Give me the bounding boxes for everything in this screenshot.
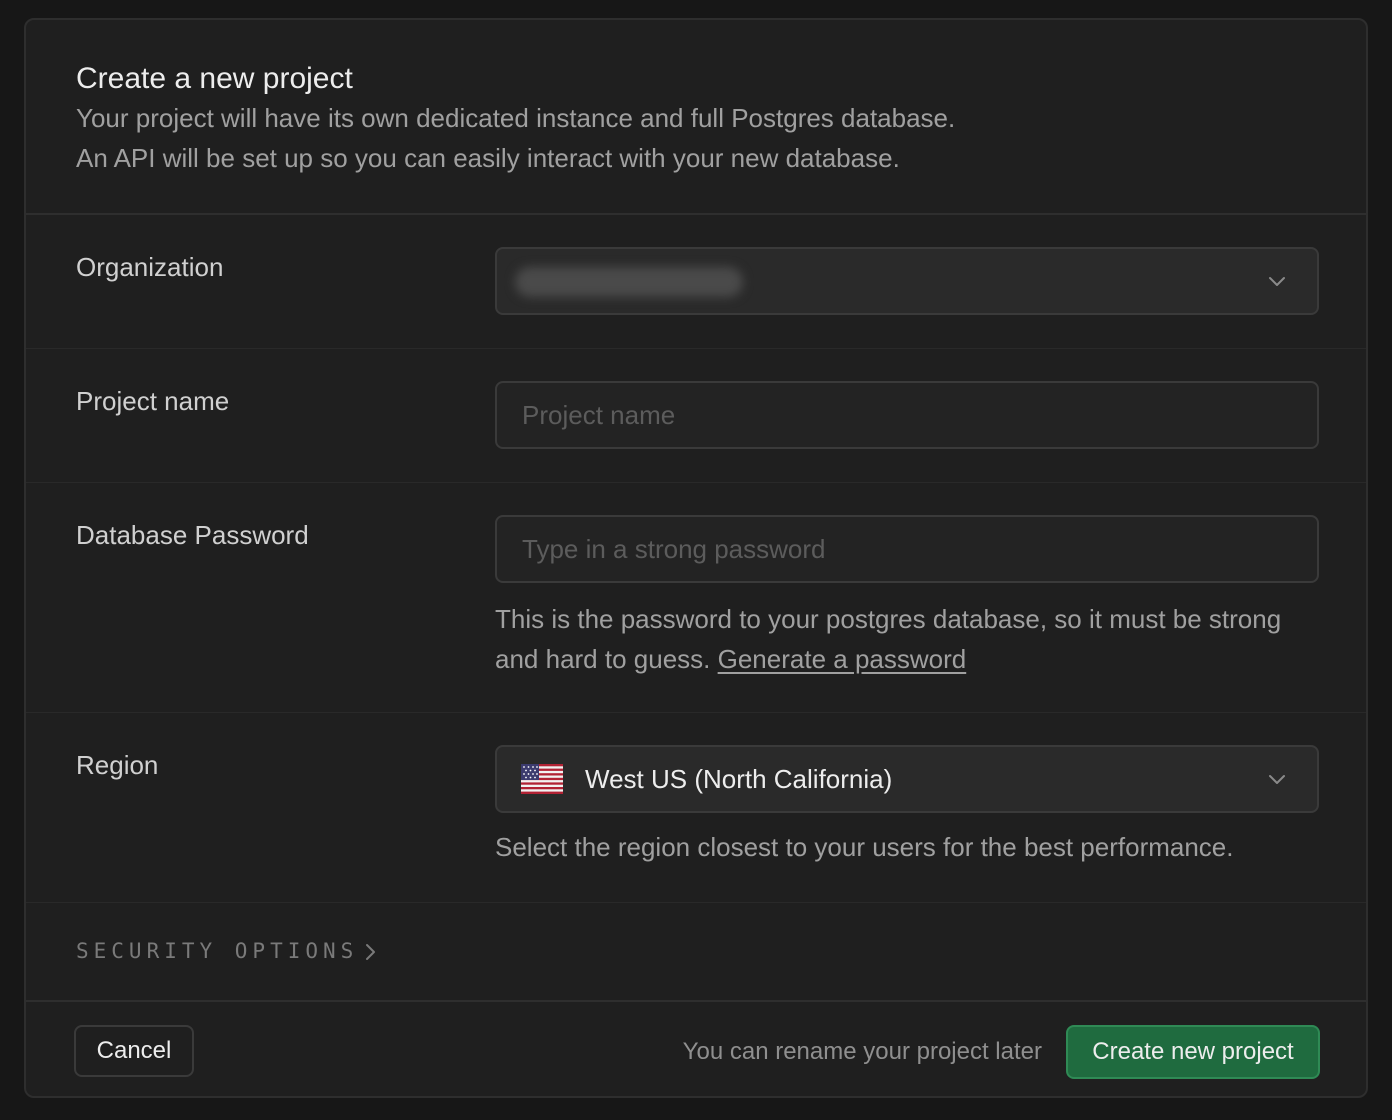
dialog-footer: Cancel You can rename your project later… <box>26 1000 1366 1096</box>
cancel-button[interactable]: Cancel <box>74 1025 194 1077</box>
project-name-input[interactable]: Project name <box>495 381 1319 449</box>
security-options-toggle[interactable]: SECURITY OPTIONS <box>76 903 378 999</box>
chevron-right-icon <box>366 944 376 960</box>
dialog-title: Create a new project <box>76 62 353 95</box>
region-select[interactable]: West US (North California) <box>495 745 1319 813</box>
us-flag-icon <box>521 764 563 794</box>
database-password-help: This is the password to your postgres da… <box>495 599 1315 679</box>
database-password-label: Database Password <box>76 520 309 550</box>
database-password-input[interactable]: Type in a strong password <box>495 515 1319 583</box>
create-new-project-button[interactable]: Create new project <box>1066 1025 1320 1079</box>
create-project-dialog: Create a new project Your project will h… <box>24 18 1368 1098</box>
project-name-placeholder: Project name <box>522 400 676 430</box>
dialog-subtitle-line2: An API will be set up so you can easily … <box>76 143 900 173</box>
organization-select[interactable] <box>495 247 1319 315</box>
chevron-down-icon <box>1269 277 1285 286</box>
region-label: Region <box>76 750 159 780</box>
security-options-label: SECURITY OPTIONS <box>76 939 359 963</box>
region-row: Region West US (North California) Select… <box>26 713 1366 903</box>
database-password-row: Database Password Type in a strong passw… <box>26 483 1366 713</box>
rename-later-note: You can rename your project later <box>682 1038 1042 1065</box>
generate-password-link[interactable]: Generate a password <box>718 644 967 674</box>
project-name-row: Project name Project name <box>26 349 1366 483</box>
dialog-subtitle-line1: Your project will have its own dedicated… <box>76 103 956 133</box>
database-password-placeholder: Type in a strong password <box>522 534 826 564</box>
organization-row: Organization <box>26 215 1366 349</box>
organization-value-redacted <box>515 267 743 297</box>
organization-label: Organization <box>76 252 224 282</box>
region-selected-value: West US (North California) <box>585 764 893 794</box>
dialog-header: Create a new project Your project will h… <box>26 20 1366 215</box>
security-options-row: SECURITY OPTIONS <box>26 903 1366 999</box>
region-help: Select the region closest to your users … <box>495 832 1234 862</box>
chevron-down-icon <box>1269 775 1285 784</box>
project-name-label: Project name <box>76 386 230 416</box>
